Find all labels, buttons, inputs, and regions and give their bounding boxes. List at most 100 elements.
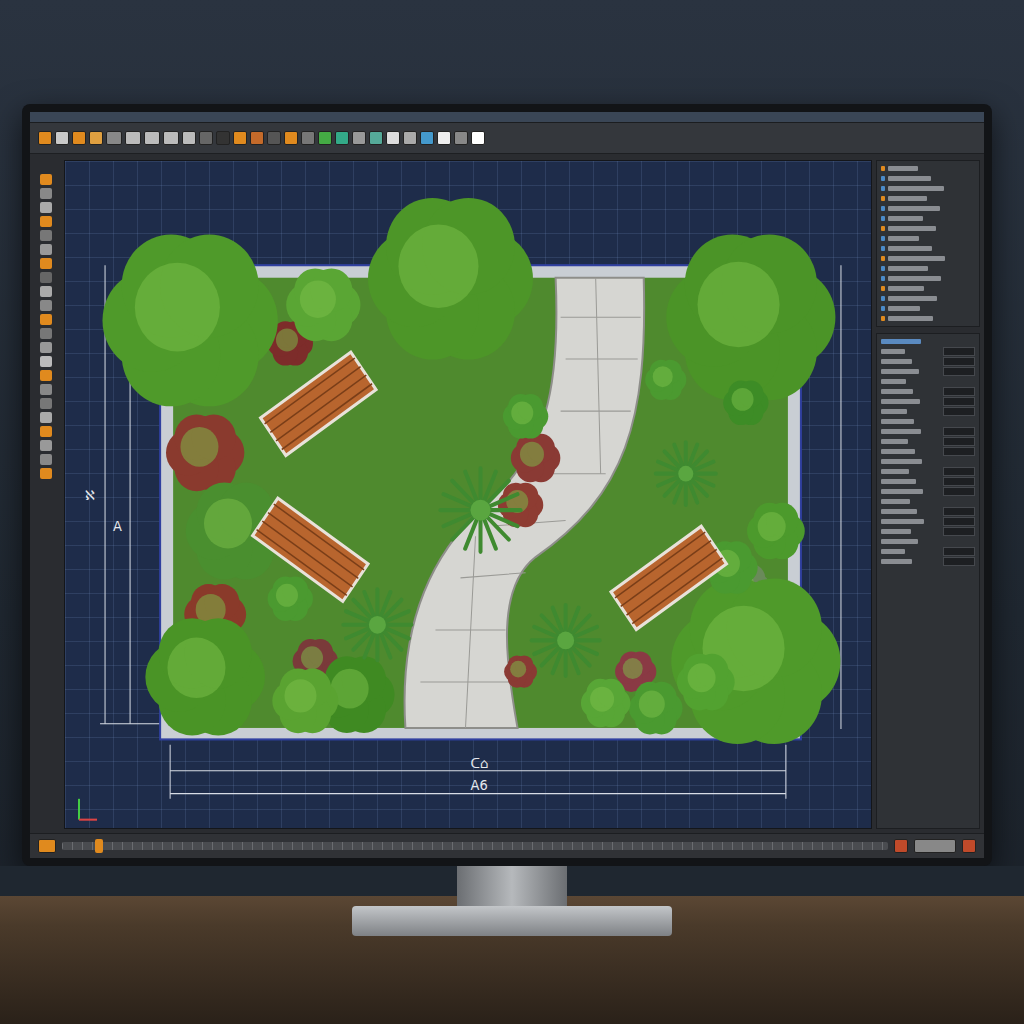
tool-icon[interactable] xyxy=(55,131,69,145)
tool-icon[interactable] xyxy=(40,468,52,479)
frame-field[interactable] xyxy=(914,839,956,853)
record-icon[interactable] xyxy=(894,839,908,853)
property-row[interactable] xyxy=(881,468,975,475)
tool-icon[interactable] xyxy=(40,216,52,227)
tool-icon[interactable] xyxy=(403,131,417,145)
tool-icon[interactable] xyxy=(437,131,451,145)
timeline-track[interactable] xyxy=(62,842,888,850)
tool-icon[interactable] xyxy=(40,314,52,325)
tool-icon[interactable] xyxy=(72,131,86,145)
property-field[interactable] xyxy=(943,447,975,456)
outliner-row[interactable] xyxy=(881,205,975,212)
outliner-row[interactable] xyxy=(881,185,975,192)
canvas[interactable]: ℵAᑕ⌂A6 xyxy=(64,160,872,829)
outliner-row[interactable] xyxy=(881,195,975,202)
bench-icon[interactable] xyxy=(611,526,726,629)
tool-icon[interactable] xyxy=(125,131,141,145)
tool-icon[interactable] xyxy=(318,131,332,145)
property-field[interactable] xyxy=(943,397,975,406)
property-row[interactable] xyxy=(881,528,975,535)
tool-icon[interactable] xyxy=(471,131,485,145)
tool-icon[interactable] xyxy=(420,131,434,145)
tool-icon[interactable] xyxy=(40,440,52,451)
tool-icon[interactable] xyxy=(40,188,52,199)
property-row[interactable] xyxy=(881,478,975,485)
bench-icon[interactable] xyxy=(261,352,376,455)
property-row[interactable] xyxy=(881,408,975,415)
tool-icon[interactable] xyxy=(352,131,366,145)
property-row[interactable] xyxy=(881,558,975,565)
tool-icon[interactable] xyxy=(335,131,349,145)
tool-icon[interactable] xyxy=(40,328,52,339)
tool-icon[interactable] xyxy=(38,131,52,145)
outliner-row[interactable] xyxy=(881,275,975,282)
property-row[interactable] xyxy=(881,458,975,465)
property-row[interactable] xyxy=(881,548,975,555)
property-field[interactable] xyxy=(943,407,975,416)
tool-icon[interactable] xyxy=(40,244,52,255)
property-row[interactable] xyxy=(881,508,975,515)
property-field[interactable] xyxy=(943,427,975,436)
tool-icon[interactable] xyxy=(40,398,52,409)
tool-icon[interactable] xyxy=(40,370,52,381)
property-row[interactable] xyxy=(881,438,975,445)
outliner-row[interactable] xyxy=(881,285,975,292)
tool-icon[interactable] xyxy=(106,131,122,145)
property-field[interactable] xyxy=(943,367,975,376)
tool-icon[interactable] xyxy=(89,131,103,145)
tool-icon[interactable] xyxy=(250,131,264,145)
outliner-row[interactable] xyxy=(881,305,975,312)
property-row[interactable] xyxy=(881,358,975,365)
property-row[interactable] xyxy=(881,498,975,505)
outliner-row[interactable] xyxy=(881,215,975,222)
tool-icon[interactable] xyxy=(369,131,383,145)
tool-icon[interactable] xyxy=(454,131,468,145)
outliner-row[interactable] xyxy=(881,175,975,182)
tool-icon[interactable] xyxy=(40,230,52,241)
property-field[interactable] xyxy=(943,347,975,356)
tool-icon[interactable] xyxy=(40,286,52,297)
tool-icon[interactable] xyxy=(182,131,196,145)
tool-icon[interactable] xyxy=(40,454,52,465)
outliner-row[interactable] xyxy=(881,295,975,302)
property-field[interactable] xyxy=(943,477,975,486)
property-row[interactable] xyxy=(881,418,975,425)
property-field[interactable] xyxy=(943,517,975,526)
play-icon[interactable] xyxy=(38,839,56,853)
property-field[interactable] xyxy=(943,547,975,556)
property-row[interactable] xyxy=(881,428,975,435)
outliner-row[interactable] xyxy=(881,245,975,252)
outliner-row[interactable] xyxy=(881,225,975,232)
property-row[interactable] xyxy=(881,538,975,545)
key-icon[interactable] xyxy=(962,839,976,853)
outliner-row[interactable] xyxy=(881,255,975,262)
property-row[interactable] xyxy=(881,518,975,525)
property-row[interactable] xyxy=(881,448,975,455)
property-field[interactable] xyxy=(943,507,975,516)
tool-icon[interactable] xyxy=(386,131,400,145)
outliner-row[interactable] xyxy=(881,315,975,322)
property-row[interactable] xyxy=(881,398,975,405)
property-field[interactable] xyxy=(943,357,975,366)
bench-icon[interactable] xyxy=(253,498,368,601)
tool-icon[interactable] xyxy=(199,131,213,145)
property-row[interactable] xyxy=(881,348,975,355)
tool-icon[interactable] xyxy=(40,174,52,185)
outliner-row[interactable] xyxy=(881,235,975,242)
outliner-row[interactable] xyxy=(881,265,975,272)
property-row[interactable] xyxy=(881,378,975,385)
property-field[interactable] xyxy=(943,467,975,476)
outliner-row[interactable] xyxy=(881,165,975,172)
property-row[interactable] xyxy=(881,388,975,395)
property-row[interactable] xyxy=(881,488,975,495)
tool-icon[interactable] xyxy=(284,131,298,145)
tool-icon[interactable] xyxy=(40,258,52,269)
property-field[interactable] xyxy=(943,557,975,566)
tool-icon[interactable] xyxy=(40,412,52,423)
property-row[interactable] xyxy=(881,368,975,375)
tool-icon[interactable] xyxy=(40,300,52,311)
tool-icon[interactable] xyxy=(301,131,315,145)
property-field[interactable] xyxy=(943,527,975,536)
tool-icon[interactable] xyxy=(233,131,247,145)
property-field[interactable] xyxy=(943,437,975,446)
